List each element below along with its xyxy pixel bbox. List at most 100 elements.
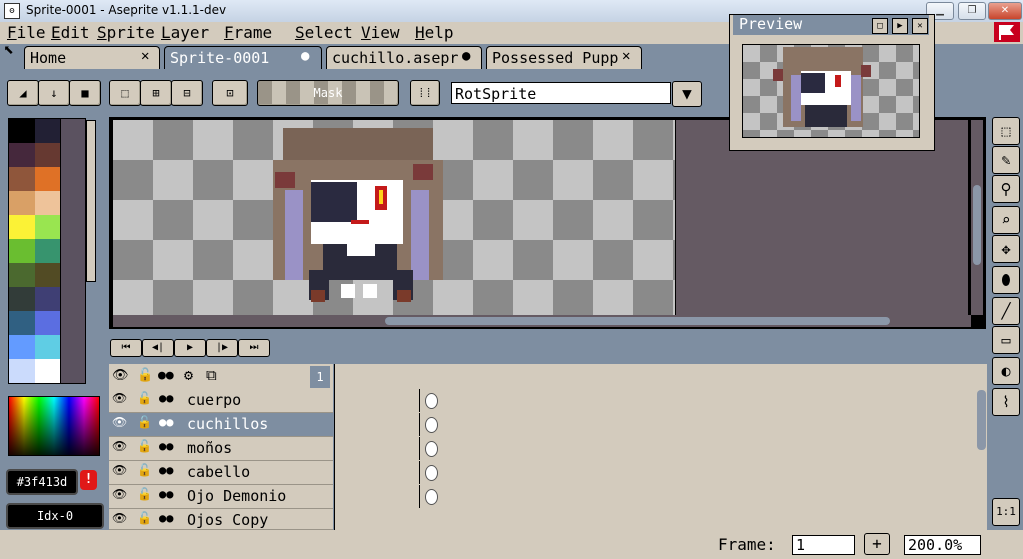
palette-swatch[interactable] xyxy=(9,359,35,383)
continuous-icon[interactable]: ●● xyxy=(159,439,173,453)
continuous-icon[interactable]: ●● xyxy=(159,463,173,477)
lock-icon[interactable]: 🔓 xyxy=(137,391,152,405)
horizontal-scrollbar[interactable] xyxy=(385,317,890,325)
menu-select[interactable]: Select xyxy=(295,23,353,42)
square-fill-icon[interactable]: ■ xyxy=(69,80,101,106)
preview-play-icon[interactable]: ▶ xyxy=(892,18,908,34)
lock-icon[interactable]: 🔓 xyxy=(137,511,152,525)
color-spectrum-picker[interactable] xyxy=(8,396,100,456)
lock-header-icon[interactable]: 🔓 xyxy=(137,368,153,383)
palette-swatch[interactable] xyxy=(9,335,35,359)
eye-icon[interactable]: 👁 xyxy=(112,415,127,429)
palette-swatch[interactable] xyxy=(9,263,35,287)
sprite-canvas[interactable] xyxy=(113,120,675,315)
layer-row[interactable]: 👁 🔓 ●● moños xyxy=(109,437,442,461)
cel[interactable] xyxy=(419,461,442,484)
lock-icon[interactable]: 🔓 xyxy=(137,463,152,477)
close-icon[interactable]: ✕ xyxy=(912,18,928,34)
down-arrow-icon[interactable]: ↓ xyxy=(38,80,70,106)
menu-view[interactable]: View xyxy=(361,23,400,42)
pencil-icon[interactable]: ✎ xyxy=(992,146,1020,174)
palette-swatch[interactable] xyxy=(35,359,61,383)
jumble-icon[interactable]: ⌇ xyxy=(992,388,1020,416)
eye-icon[interactable]: 👁 xyxy=(112,463,127,477)
continuous-icon[interactable]: ●● xyxy=(159,415,173,429)
palette-swatch[interactable] xyxy=(9,215,35,239)
blur-icon[interactable]: ◐ xyxy=(992,357,1020,385)
selection-replace-icon[interactable]: ⬚ xyxy=(109,80,141,106)
palette-swatch[interactable] xyxy=(35,239,61,263)
palette-swatch[interactable] xyxy=(35,143,61,167)
layer-row[interactable]: 👁 🔓 ●● cuerpo xyxy=(109,389,442,413)
paint-bucket-icon[interactable]: ⬮ xyxy=(992,266,1020,294)
modified-dot-icon[interactable]: ● xyxy=(462,48,470,64)
frame-header[interactable]: 1 xyxy=(310,366,330,388)
menu-sprite[interactable]: Sprite xyxy=(97,23,155,42)
tab-home[interactable]: Home ✕ xyxy=(24,46,160,69)
continuous-icon[interactable]: ●● xyxy=(159,511,173,525)
palette-swatch[interactable] xyxy=(9,119,35,143)
cel[interactable] xyxy=(419,485,442,508)
continuous-icon[interactable]: ●● xyxy=(159,391,173,405)
next-frame-icon[interactable]: |▶ xyxy=(206,339,238,357)
continuous-icon[interactable]: ●● xyxy=(159,487,173,501)
lock-icon[interactable]: 🔓 xyxy=(137,487,152,501)
lock-icon[interactable]: 🔓 xyxy=(137,439,152,453)
palette-swatch[interactable] xyxy=(35,119,61,143)
add-frame-button[interactable]: + xyxy=(864,533,890,555)
rectangular-marquee-icon[interactable]: ⬚ xyxy=(992,117,1020,145)
zoom-level-input[interactable]: 200.0% xyxy=(904,535,981,555)
palette-swatch[interactable] xyxy=(9,191,35,215)
palette-swatch[interactable] xyxy=(35,191,61,215)
gear-icon[interactable]: ⚙ xyxy=(184,366,193,384)
close-window-button[interactable]: ✕ xyxy=(988,2,1022,20)
palette-swatch[interactable] xyxy=(9,167,35,191)
onion-skin-icon[interactable]: ⧉ xyxy=(206,366,217,384)
palette-swatch[interactable] xyxy=(9,311,35,335)
preview-zoom-icon[interactable]: □ xyxy=(872,18,888,34)
chevron-down-icon[interactable]: ▼ xyxy=(672,81,702,107)
zoom-reset-button[interactable]: 1:1 xyxy=(992,498,1020,526)
palette-swatch[interactable] xyxy=(9,287,35,311)
eye-icon[interactable]: 👁 xyxy=(112,439,127,453)
frame-number-input[interactable]: 1 xyxy=(792,535,855,555)
cel[interactable] xyxy=(419,437,442,460)
line-icon[interactable]: ╱ xyxy=(992,297,1020,325)
grid-dots-icon[interactable]: ⁞⁞ xyxy=(410,80,440,106)
play-icon[interactable]: ▶ xyxy=(174,339,206,357)
tab-cuchillo[interactable]: cuchillo.aseprite ● xyxy=(326,46,482,69)
mask-button[interactable]: Mask xyxy=(257,80,399,106)
eye-header-icon[interactable]: 👁 xyxy=(112,368,129,383)
palette-swatch[interactable] xyxy=(35,287,61,311)
warning-icon[interactable]: ! xyxy=(80,470,97,490)
menu-frame[interactable]: Frame xyxy=(224,23,272,42)
maximize-window-button[interactable]: ❐ xyxy=(958,2,986,20)
menu-edit[interactable]: Edit xyxy=(51,23,90,42)
selection-add-icon[interactable]: ⊞ xyxy=(140,80,172,106)
palette-swatch[interactable] xyxy=(35,335,61,359)
menu-layer[interactable]: Layer xyxy=(161,23,209,42)
eraser-mode-icon[interactable]: ◢ xyxy=(7,80,39,106)
layer-row[interactable]: 👁 🔓 ●● cuchillos xyxy=(109,413,442,437)
layer-row[interactable]: 👁 🔓 ●● Ojo Demonio xyxy=(109,485,442,509)
eye-icon[interactable]: 👁 xyxy=(112,487,127,501)
palette-swatch[interactable] xyxy=(9,239,35,263)
vertical-scrollbar[interactable] xyxy=(973,185,981,265)
zoom-icon[interactable]: ⌕ xyxy=(992,206,1020,234)
timeline-scrollbar[interactable] xyxy=(977,390,986,450)
move-icon[interactable]: ✥ xyxy=(992,235,1020,263)
close-icon[interactable]: ✕ xyxy=(622,48,630,64)
layer-row[interactable]: 👁 🔓 ●● Ojos Copy xyxy=(109,509,333,530)
first-frame-icon[interactable]: ⏮ xyxy=(110,339,142,357)
selection-subtract-icon[interactable]: ⊟ xyxy=(171,80,203,106)
layer-row[interactable]: 👁 🔓 ●● cabello xyxy=(109,461,442,485)
palette-swatch[interactable] xyxy=(35,311,61,335)
hex-color-field[interactable]: #3f413d xyxy=(6,469,78,495)
last-frame-icon[interactable]: ⏭ xyxy=(238,339,270,357)
eye-icon[interactable]: 👁 xyxy=(112,391,127,405)
tab-sprite-0001[interactable]: Sprite-0001 ● xyxy=(164,46,322,69)
rectangle-icon[interactable]: ▭ xyxy=(992,326,1020,354)
rotation-algorithm-select[interactable]: RotSprite xyxy=(451,82,671,104)
pivot-icon[interactable]: ⊡ xyxy=(212,80,248,106)
close-icon[interactable]: ✕ xyxy=(141,48,149,64)
